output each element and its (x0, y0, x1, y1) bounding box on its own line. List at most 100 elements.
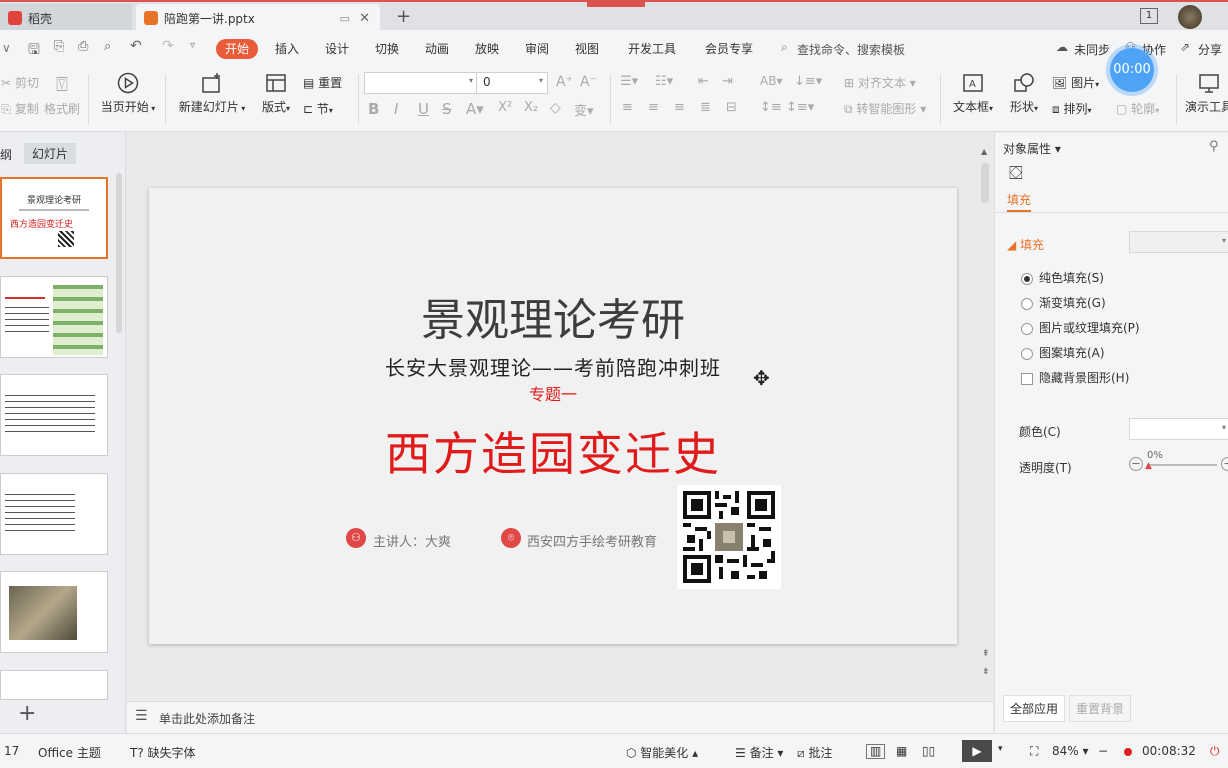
radio-solid-fill[interactable]: 纯色填充(S) (1021, 269, 1104, 286)
font-family-select[interactable]: ▾ (364, 72, 478, 94)
slide-thumbnail-5[interactable] (0, 571, 108, 653)
menu-member[interactable]: 会员专享 (705, 39, 753, 59)
save-icon[interactable]: 🖫 (28, 39, 40, 63)
customize-icon[interactable]: ▿ (190, 40, 195, 51)
slide-thumbnail-2[interactable] (0, 276, 108, 358)
menu-view[interactable]: 视图 (575, 39, 599, 59)
bullets-icon[interactable]: ☰▾ (620, 74, 638, 89)
menu-developer[interactable]: 开发工具 (628, 39, 676, 59)
scroll-up-icon[interactable]: ▲ (981, 147, 987, 156)
slide-topic-label[interactable]: 专题一 (149, 381, 957, 405)
sort-icon[interactable]: ↓≡▾ (794, 74, 822, 89)
reading-view-icon[interactable]: ▯▯ (922, 744, 935, 758)
chevron-down-icon[interactable]: ▾ (998, 744, 1003, 754)
slide-subtitle[interactable]: 长安大景观理论——考前陪跑冲刺班 (149, 352, 957, 381)
slide-org[interactable]: 西安四方手绘考研教育 (527, 531, 657, 550)
slide-thumbnail-3[interactable] (0, 374, 108, 456)
notes-placeholder[interactable]: 单击此处添加备注 (159, 710, 255, 727)
pin-icon[interactable]: ⚲ (1209, 139, 1219, 154)
strikethrough-icon[interactable]: S (442, 100, 452, 118)
slide-speaker[interactable]: 主讲人：大爽 (373, 531, 451, 550)
menu-insert[interactable]: 插入 (275, 39, 299, 59)
align-right-icon[interactable]: ≡ (674, 100, 685, 115)
new-tab-button[interactable]: + (396, 6, 411, 27)
menu-animation[interactable]: 动画 (425, 39, 449, 59)
thumbnail-scrollbar[interactable] (116, 173, 122, 333)
radio-picture-fill[interactable]: 图片或纹理填充(P) (1021, 319, 1140, 336)
text-direction-icon[interactable]: AB▾ (760, 74, 782, 88)
italic-icon[interactable]: I (394, 100, 398, 118)
theme-name[interactable]: Office 主题 (38, 744, 101, 761)
qr-code[interactable] (677, 485, 781, 589)
undo-icon[interactable]: ↶ (130, 38, 142, 54)
outline-button[interactable]: ▢ 轮廓▾ (1116, 100, 1172, 117)
presenter-tools-button[interactable]: 演示工具 (1184, 72, 1228, 115)
radio-pattern-fill-control[interactable] (1021, 347, 1033, 360)
tab-document[interactable]: 陪跑第一讲.pptx ▭ ✕ (136, 4, 380, 32)
radio-picture-fill-control[interactable] (1021, 322, 1033, 335)
underline-icon[interactable]: U (418, 100, 429, 118)
zoom-out-button[interactable]: − (1098, 744, 1108, 758)
textbox-button[interactable]: A 文本框▾ (948, 72, 998, 115)
radio-gradient-fill-control[interactable] (1021, 297, 1033, 310)
cut-button[interactable]: ✂ 剪切 (0, 74, 40, 91)
menu-review[interactable]: 审阅 (525, 39, 549, 59)
hide-background-checkbox[interactable]: 隐藏背景图形(H) (1021, 369, 1129, 386)
close-icon[interactable]: ✕ (359, 11, 370, 26)
fill-section-toggle[interactable]: ◢ 填充 (1007, 236, 1044, 253)
apply-all-button[interactable]: 全部应用 (1003, 695, 1066, 722)
radio-pattern-fill[interactable]: 图案填充(A) (1021, 344, 1105, 361)
paragraph-spacing-icon[interactable]: ↕≡▾ (786, 100, 814, 115)
transparency-increase-button[interactable]: − (1221, 457, 1228, 471)
format-painter-button[interactable]: ⍔ 格式刷 (42, 72, 82, 117)
panel-header[interactable]: 对象属性 ▾ (1003, 140, 1061, 157)
slide-title[interactable]: 景观理论考研 (149, 284, 957, 348)
indent-icon[interactable]: ⇥ (722, 74, 733, 89)
prev-slide-icon[interactable]: ⇞ (982, 649, 990, 659)
new-slide-button[interactable]: 新建幻灯片 ▾ (176, 72, 248, 115)
font-shrink-icon[interactable]: A⁻ (580, 74, 597, 90)
export-icon[interactable]: ⎘ (54, 39, 64, 54)
share-button[interactable]: 分享 (1198, 41, 1222, 58)
preview-icon[interactable]: ⌕ (104, 39, 111, 54)
missing-font-button[interactable]: T? 缺失字体 (130, 744, 196, 761)
arrange-button[interactable]: ⧈ 排列▾ (1052, 100, 1112, 117)
zoom-level[interactable]: 84% ▾ (1052, 744, 1089, 758)
slide-thumbnail-1[interactable]: 景观理论考研 西方造园变迁史 (0, 177, 108, 259)
tab-fill[interactable]: 填充 (1007, 191, 1032, 212)
picture-button[interactable]: 🖼 图片▾ (1052, 74, 1112, 91)
hide-background-checkbox-box[interactable] (1021, 372, 1033, 385)
copy-button[interactable]: ⎘ 复制 (0, 100, 40, 117)
reset-button[interactable]: ▤ 重置 (303, 74, 353, 91)
tab-slides[interactable]: 幻灯片 (24, 143, 77, 164)
shape-button[interactable]: 形状▾ (1004, 72, 1044, 115)
tab-outline[interactable]: 纲 (0, 146, 12, 163)
power-icon[interactable]: ⏻ (1210, 744, 1220, 759)
outdent-icon[interactable]: ⇤ (698, 74, 709, 89)
transparency-slider[interactable] (1147, 464, 1217, 466)
menu-design[interactable]: 设计 (325, 39, 349, 59)
notes-toggle[interactable]: ☰ 备注 ▾ (735, 744, 783, 761)
justify-icon[interactable]: ≣ (700, 100, 711, 115)
align-left-icon[interactable]: ≡ (622, 100, 633, 115)
tab-docer[interactable]: 稻壳 (0, 4, 132, 32)
sync-status[interactable]: 未同步 (1074, 41, 1110, 58)
transparency-slider-thumb[interactable]: ▲ (1145, 461, 1152, 471)
superscript-icon[interactable]: X² (498, 100, 512, 115)
redo-icon[interactable]: ↷ (162, 38, 174, 54)
slide-thumbnail-6[interactable] (0, 670, 108, 700)
comments-toggle[interactable]: ⧄ 批注 (797, 744, 832, 761)
phonetic-icon[interactable]: 变▾ (574, 100, 594, 119)
align-center-icon[interactable]: ≡ (648, 100, 659, 115)
smart-beautify-button[interactable]: ⬡ 智能美化 ▴ (626, 744, 698, 761)
menu-transition[interactable]: 切换 (375, 39, 399, 59)
menu-slideshow[interactable]: 放映 (475, 39, 499, 59)
slide-topic[interactable]: 西方造园变迁史 (149, 418, 957, 484)
slide[interactable]: 景观理论考研 长安大景观理论——考前陪跑冲刺班 专题一 西方造园变迁史 ⚇ 主讲… (149, 188, 957, 644)
line-spacing-icon[interactable]: ↕≡ (760, 100, 782, 115)
clear-format-icon[interactable]: ◇ (550, 100, 561, 116)
fit-window-icon[interactable]: ⛶ (1030, 744, 1038, 759)
font-color-icon[interactable]: A▾ (466, 100, 484, 118)
layout-button[interactable]: 版式▾ (256, 72, 296, 115)
font-size-select[interactable]: 0 ▾ (476, 72, 548, 94)
